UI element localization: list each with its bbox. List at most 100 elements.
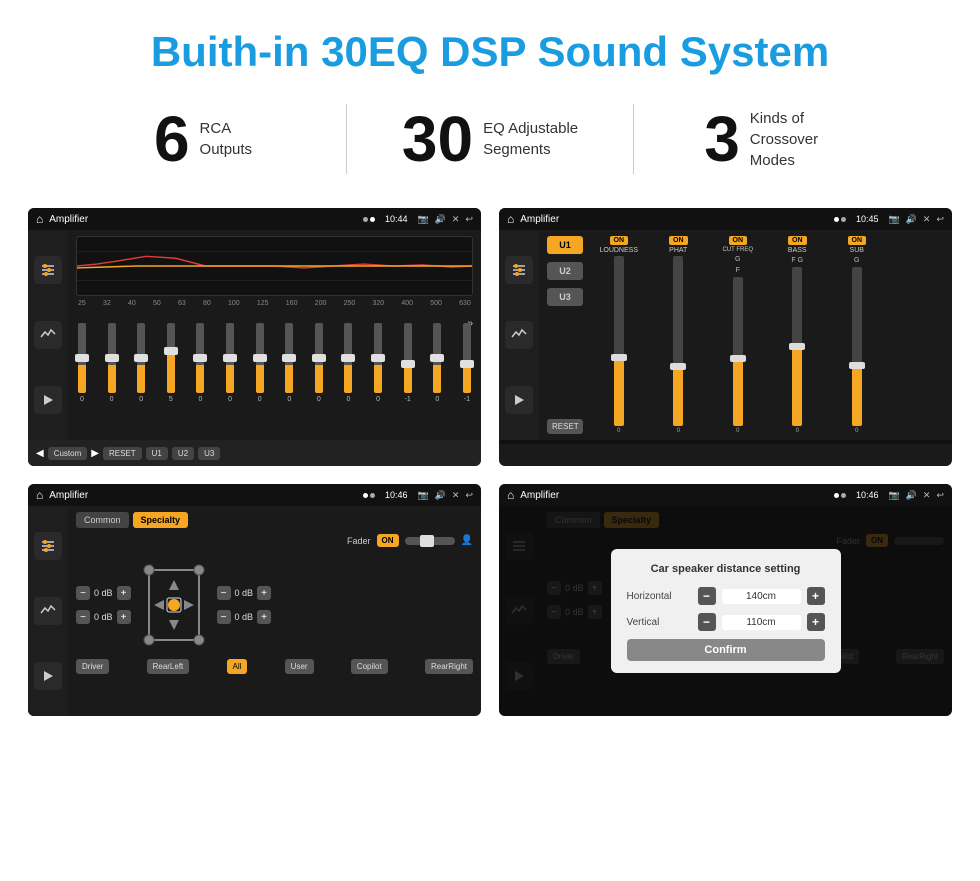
vol-rl-minus[interactable]: − (76, 610, 90, 624)
vol-rl-plus[interactable]: + (117, 610, 131, 624)
fader-bottom-btns: Driver RearLeft All User Copilot RearRig… (76, 659, 473, 674)
bass-on[interactable]: ON (788, 236, 807, 245)
eq-slider-7: 0 (256, 323, 264, 403)
phat-slider[interactable] (673, 256, 683, 426)
eq-slider-6: 0 (226, 323, 234, 403)
fader-content: Common Specialty Fader ON 👤 (28, 506, 481, 716)
bass-col: ON BASS F G 0 (770, 236, 826, 434)
reset-btn[interactable]: RESET (103, 447, 142, 460)
fader-sidebar-btn2[interactable] (34, 597, 62, 625)
preset-col: U1 U2 U3 RESET (547, 236, 583, 434)
reset-small-btn[interactable]: RESET (547, 419, 583, 434)
vertical-minus[interactable]: − (698, 613, 716, 631)
u3-btn[interactable]: U3 (198, 447, 220, 460)
freq-250: 250 (344, 300, 356, 307)
vol-fr-plus[interactable]: + (257, 586, 271, 600)
confirm-button[interactable]: Confirm (627, 639, 825, 661)
eq-screen: ⌂ Amplifier 10:44 📷 🔊 ✕ ↩ (28, 208, 481, 466)
crossover-content: U1 U2 U3 RESET ON LOUDNESS (499, 230, 952, 440)
sub-val: 0 (855, 428, 858, 434)
u1-preset[interactable]: U1 (547, 236, 583, 254)
u1-btn[interactable]: U1 (146, 447, 168, 460)
loudness-on[interactable]: ON (610, 236, 629, 245)
eq-content: 25 32 40 50 63 80 100 125 160 200 250 32… (28, 230, 481, 440)
u3-preset[interactable]: U3 (547, 288, 583, 306)
vol-rr-plus[interactable]: + (257, 610, 271, 624)
user-icon[interactable]: 👤 (461, 535, 473, 546)
u2-preset[interactable]: U2 (547, 262, 583, 280)
home-icon-4[interactable]: ⌂ (507, 488, 514, 502)
fader-on-btn[interactable]: ON (377, 534, 399, 547)
dialog-box: Car speaker distance setting Horizontal … (611, 549, 841, 673)
cross-sidebar-btn1[interactable] (505, 256, 533, 284)
close-icon-4[interactable]: ✕ (923, 490, 931, 501)
fader-toggle-row: Fader ON 👤 (76, 534, 473, 547)
rearright-btn[interactable]: RearRight (425, 659, 473, 674)
eq-sidebar-btn1[interactable] (34, 256, 62, 284)
car-diagram (139, 555, 209, 655)
home-icon-2[interactable]: ⌂ (507, 212, 514, 226)
close-icon[interactable]: ✕ (452, 214, 460, 225)
horizontal-plus[interactable]: + (807, 587, 825, 605)
eq-sidebar-btn2[interactable] (34, 321, 62, 349)
vol-fr-val: 0 dB (235, 588, 254, 598)
camera-icon-4: 📷 (888, 490, 899, 501)
vol-fr-minus[interactable]: − (217, 586, 231, 600)
stat-eq-label: EQ AdjustableSegments (483, 118, 578, 160)
dot-c1 (834, 217, 839, 222)
user-btn[interactable]: User (285, 659, 314, 674)
phat-on[interactable]: ON (669, 236, 688, 245)
cutfreq-on[interactable]: ON (729, 236, 748, 245)
cutfreq-slider[interactable] (733, 277, 743, 426)
bass-label: BASS (788, 247, 807, 254)
cross-sidebar-btn2[interactable] (505, 321, 533, 349)
all-btn[interactable]: All (227, 659, 248, 674)
horizontal-minus[interactable]: − (698, 587, 716, 605)
freq-63: 63 (178, 300, 186, 307)
loudness-slider[interactable] (614, 256, 624, 426)
vol-rl: − 0 dB + (76, 610, 131, 624)
sub-slider[interactable] (852, 267, 862, 426)
custom-btn[interactable]: Custom (48, 447, 88, 460)
back-icon-4[interactable]: ↩ (936, 490, 944, 501)
rearleft-btn[interactable]: RearLeft (147, 659, 190, 674)
home-icon[interactable]: ⌂ (36, 212, 43, 226)
fader-sidebar-btn1[interactable] (34, 532, 62, 560)
prev-btn[interactable]: ◀ (36, 448, 44, 459)
back-icon-3[interactable]: ↩ (465, 490, 473, 501)
tab-specialty[interactable]: Specialty (133, 512, 189, 528)
copilot-btn[interactable]: Copilot (351, 659, 388, 674)
sub-on[interactable]: ON (848, 236, 867, 245)
vol-rr-minus[interactable]: − (217, 610, 231, 624)
horizontal-label: Horizontal (627, 591, 692, 602)
dialog-overlay: Car speaker distance setting Horizontal … (499, 506, 952, 716)
tab-common[interactable]: Common (76, 512, 129, 528)
close-icon-2[interactable]: ✕ (923, 214, 931, 225)
stat-eq-number: 30 (402, 107, 473, 171)
dot-f1 (363, 493, 368, 498)
fader-sidebar-btn3[interactable] (34, 662, 62, 690)
bass-slider[interactable] (792, 267, 802, 426)
vol-fl-plus[interactable]: + (117, 586, 131, 600)
eq-slider-14: -1 (463, 323, 471, 403)
u2-btn[interactable]: U2 (172, 447, 194, 460)
eq-sliders: 0 0 0 5 0 (76, 313, 473, 403)
vol-fl-minus[interactable]: − (76, 586, 90, 600)
next-btn[interactable]: ▶ (91, 448, 99, 459)
vertical-plus[interactable]: + (807, 613, 825, 631)
eq-sidebar-btn3[interactable] (34, 386, 62, 414)
back-icon-2[interactable]: ↩ (936, 214, 944, 225)
vertical-value: 110cm (722, 615, 801, 630)
home-icon-3[interactable]: ⌂ (36, 488, 43, 502)
dot-d1 (834, 493, 839, 498)
stat-rca: 6 RCAOutputs (60, 107, 346, 171)
vol-fl-val: 0 dB (94, 588, 113, 598)
close-icon-3[interactable]: ✕ (452, 490, 460, 501)
freq-200: 200 (315, 300, 327, 307)
dialog-horizontal-row: Horizontal − 140cm + (627, 587, 825, 605)
back-icon[interactable]: ↩ (465, 214, 473, 225)
driver-btn[interactable]: Driver (76, 659, 109, 674)
vol-fl: − 0 dB + (76, 586, 131, 600)
cross-sidebar-btn3[interactable] (505, 386, 533, 414)
freq-32: 32 (103, 300, 111, 307)
